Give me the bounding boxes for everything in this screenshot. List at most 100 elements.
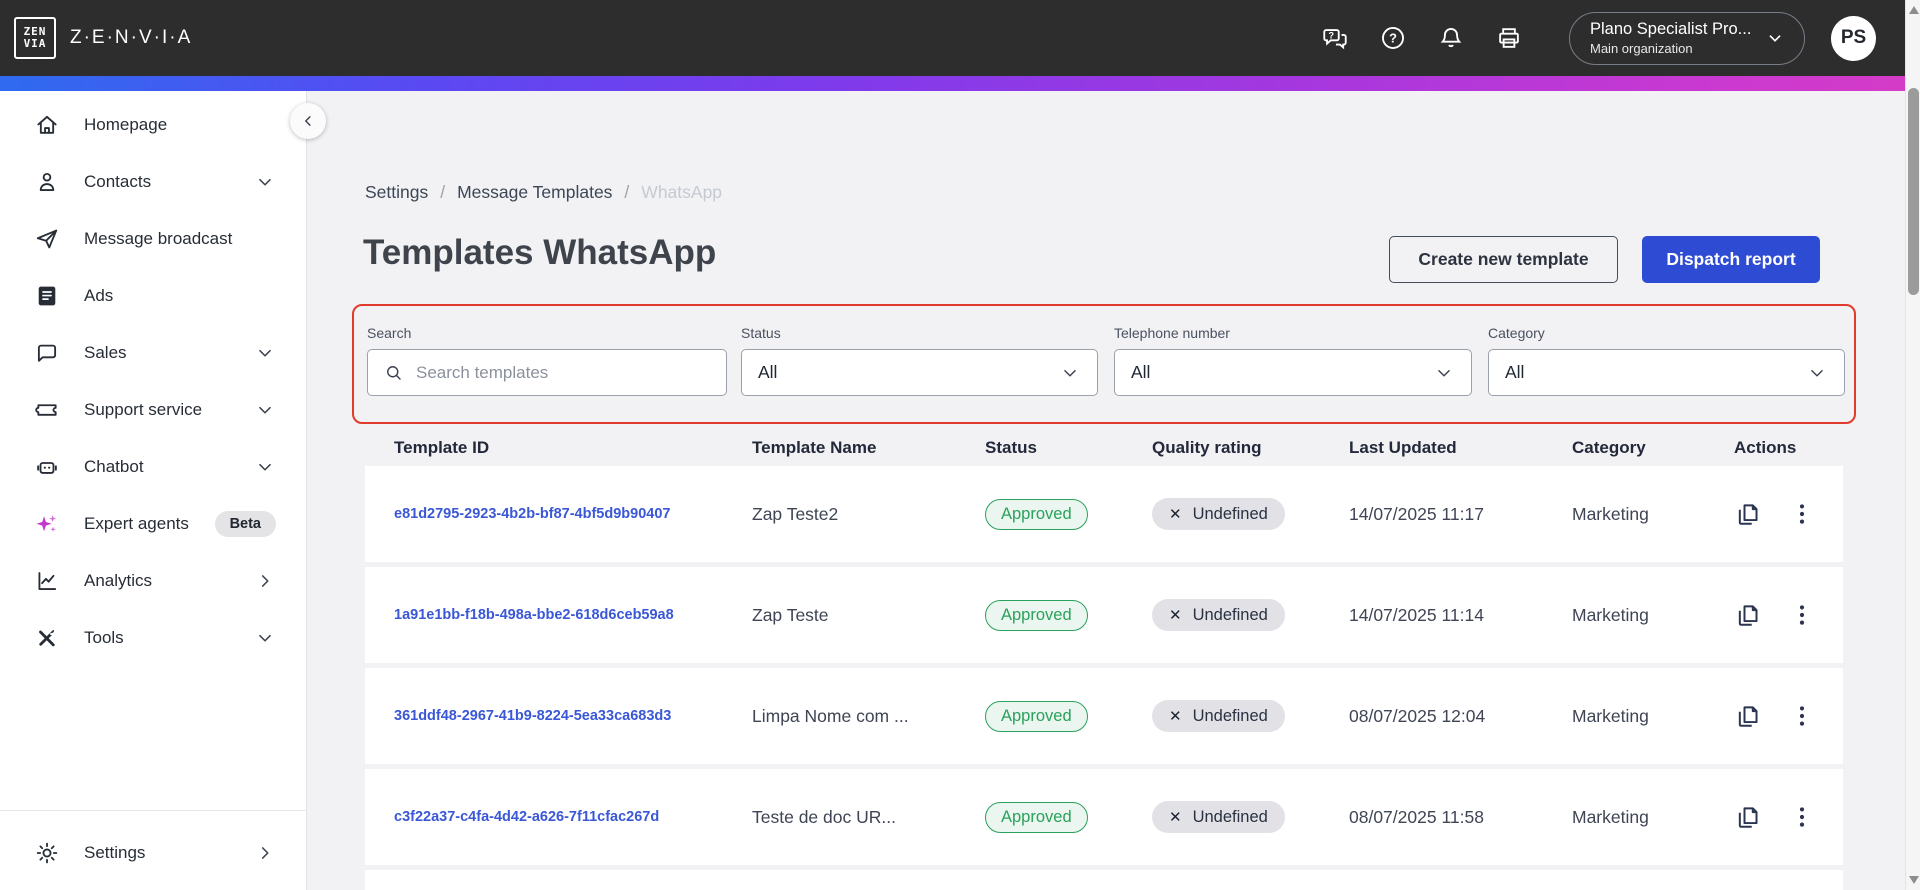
sidebar-item-support-service[interactable]: Support service bbox=[0, 381, 306, 438]
col-quality-rating: Quality rating bbox=[1152, 438, 1262, 457]
quality-rating-badge: ✕ Undefined bbox=[1152, 700, 1285, 732]
telephone-number-value: All bbox=[1131, 362, 1151, 382]
organization-subtitle: Main organization bbox=[1590, 41, 1693, 56]
last-updated: 14/07/2025 11:17 bbox=[1349, 503, 1484, 524]
tools-icon bbox=[34, 625, 60, 651]
printer-icon[interactable] bbox=[1495, 24, 1523, 52]
sidebar-item-ads[interactable]: Ads bbox=[0, 267, 306, 324]
x-mark-icon: ✕ bbox=[1169, 708, 1182, 725]
col-actions: Actions bbox=[1734, 438, 1797, 457]
table-row-partial bbox=[365, 870, 1843, 890]
sidebar-item-message-broadcast[interactable]: Message broadcast bbox=[0, 210, 306, 267]
sidebar-item-analytics[interactable]: Analytics bbox=[0, 552, 306, 609]
sidebar-item-expert-agents[interactable]: Expert agents Beta bbox=[0, 495, 306, 552]
breadcrumb-settings[interactable]: Settings bbox=[365, 182, 428, 203]
copy-icon[interactable] bbox=[1734, 702, 1762, 730]
search-input[interactable] bbox=[416, 362, 710, 383]
breadcrumb-separator: / bbox=[624, 182, 630, 202]
sidebar-item-tools[interactable]: Tools bbox=[0, 609, 306, 666]
sidebar-item-contacts[interactable]: Contacts bbox=[0, 153, 306, 210]
col-last-updated: Last Updated bbox=[1349, 438, 1457, 457]
template-name: Zap Teste2 bbox=[752, 503, 839, 524]
sidebar-item-label: Support service bbox=[84, 399, 203, 419]
chevron-down-icon bbox=[1811, 369, 1823, 376]
table-row: 1a91e1bb-f18b-498a-bbe2-618d6ceb59a8 Zap… bbox=[365, 567, 1843, 663]
filters-highlight-box: Search Status All Telephone number All C… bbox=[352, 304, 1856, 424]
sidebar-item-label: Settings bbox=[84, 842, 146, 862]
category-select[interactable]: All bbox=[1488, 349, 1845, 396]
search-field[interactable] bbox=[367, 349, 727, 396]
sidebar-item-settings[interactable]: Settings bbox=[0, 824, 306, 881]
chevron-down-icon bbox=[254, 342, 276, 364]
svg-text:?: ? bbox=[1328, 30, 1334, 40]
sidebar-item-label: Sales bbox=[84, 342, 127, 362]
scroll-down-icon[interactable] bbox=[1908, 876, 1919, 884]
category: Marketing bbox=[1572, 806, 1649, 827]
chevron-down-icon bbox=[254, 399, 276, 421]
chevron-down-icon bbox=[1769, 35, 1781, 42]
search-icon bbox=[384, 363, 404, 383]
kebab-menu-icon[interactable] bbox=[1788, 601, 1816, 629]
category-value: All bbox=[1505, 362, 1525, 382]
kebab-menu-icon[interactable] bbox=[1788, 702, 1816, 730]
organization-name: Plano Specialist Pro... bbox=[1590, 20, 1752, 38]
template-id-link[interactable]: c3f22a37-c4fa-4d42-a626-7f11cfac267d bbox=[394, 809, 752, 825]
col-category: Category bbox=[1572, 438, 1646, 457]
telephone-number-select[interactable]: All bbox=[1114, 349, 1472, 396]
sidebar-item-label: Expert agents bbox=[84, 513, 189, 533]
chevron-right-icon bbox=[254, 570, 276, 592]
topbar: ZEN VIA Z·E·N·V·I·A ? ? Plano Specialist… bbox=[0, 0, 1920, 76]
create-new-template-button[interactable]: Create new template bbox=[1389, 236, 1618, 283]
telephone-number-label: Telephone number bbox=[1114, 325, 1230, 341]
template-name: Limpa Nome com ... bbox=[752, 705, 909, 726]
col-template-name: Template Name bbox=[752, 438, 877, 457]
category: Marketing bbox=[1572, 503, 1649, 524]
copy-icon[interactable] bbox=[1734, 803, 1762, 831]
sidebar-item-sales[interactable]: Sales bbox=[0, 324, 306, 381]
beta-badge: Beta bbox=[214, 510, 276, 537]
sidebar: Homepage Contacts Message broadcast Ads … bbox=[0, 91, 307, 890]
page-title: Templates WhatsApp bbox=[363, 233, 717, 272]
template-id-link[interactable]: e81d2795-2923-4b2b-bf87-4bf5d9b90407 bbox=[394, 506, 752, 522]
chevron-down-icon bbox=[254, 171, 276, 193]
sidebar-collapse-button[interactable] bbox=[290, 103, 326, 139]
table-row: c3f22a37-c4fa-4d42-a626-7f11cfac267d Tes… bbox=[365, 769, 1843, 865]
quality-rating-badge: ✕ Undefined bbox=[1152, 801, 1285, 833]
kebab-menu-icon[interactable] bbox=[1788, 803, 1816, 831]
kebab-menu-icon[interactable] bbox=[1788, 500, 1816, 528]
quality-rating-badge: ✕ Undefined bbox=[1152, 599, 1285, 631]
sidebar-item-label: Tools bbox=[84, 627, 124, 647]
template-id-link[interactable]: 361ddf48-2967-41b9-8224-5ea33ca683d3 bbox=[394, 708, 752, 724]
last-updated: 08/07/2025 12:04 bbox=[1349, 705, 1486, 726]
sidebar-item-label: Contacts bbox=[84, 171, 152, 191]
gear-icon bbox=[34, 840, 60, 866]
help-icon[interactable]: ? bbox=[1379, 24, 1407, 52]
scroll-up-icon[interactable] bbox=[1908, 6, 1919, 14]
quality-rating-badge: ✕ Undefined bbox=[1152, 498, 1285, 530]
topbar-actions: ? ? Plano Specialist Pro... Main organiz… bbox=[1291, 11, 1876, 65]
template-id-link[interactable]: 1a91e1bb-f18b-498a-bbe2-618d6ceb59a8 bbox=[394, 607, 752, 623]
ads-icon bbox=[34, 283, 60, 309]
scrollbar[interactable] bbox=[1905, 0, 1920, 890]
col-template-id: Template ID bbox=[394, 438, 490, 457]
chevron-down-icon bbox=[254, 456, 276, 478]
templates-table: Template ID Template Name Status Quality… bbox=[365, 430, 1843, 890]
sidebar-item-label: Homepage bbox=[84, 114, 168, 134]
chat-help-icon[interactable]: ? bbox=[1321, 24, 1349, 52]
status-value: All bbox=[758, 362, 778, 382]
breadcrumb-message-templates[interactable]: Message Templates bbox=[457, 182, 612, 203]
x-mark-icon: ✕ bbox=[1169, 809, 1182, 826]
notifications-bell-icon[interactable] bbox=[1437, 24, 1465, 52]
x-mark-icon: ✕ bbox=[1169, 607, 1182, 624]
sidebar-item-chatbot[interactable]: Chatbot bbox=[0, 438, 306, 495]
organization-selector[interactable]: Plano Specialist Pro... Main organizatio… bbox=[1569, 11, 1805, 65]
status-badge: Approved bbox=[985, 498, 1088, 530]
avatar[interactable]: PS bbox=[1831, 15, 1876, 61]
sidebar-item-homepage[interactable]: Homepage bbox=[0, 96, 306, 153]
status-select[interactable]: All bbox=[741, 349, 1098, 396]
copy-icon[interactable] bbox=[1734, 601, 1762, 629]
scrollbar-thumb[interactable] bbox=[1908, 88, 1919, 295]
dispatch-report-button[interactable]: Dispatch report bbox=[1642, 236, 1820, 283]
copy-icon[interactable] bbox=[1734, 500, 1762, 528]
sidebar-item-label: Ads bbox=[84, 285, 114, 305]
